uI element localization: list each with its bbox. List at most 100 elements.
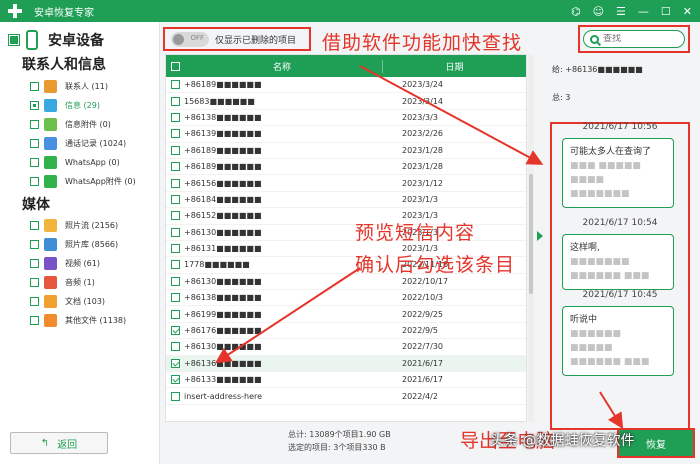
deleted-only-toggle[interactable]: OFF: [171, 31, 209, 47]
table-row[interactable]: +86138■■■■■■ 2023/3/3: [166, 110, 526, 127]
row-checkbox[interactable]: [170, 112, 180, 122]
sidebar-item-checkbox[interactable]: [30, 315, 39, 325]
row-checkbox[interactable]: [170, 227, 180, 237]
row-checkbox[interactable]: [170, 309, 180, 319]
messages-icon: [44, 98, 57, 112]
row-checkbox[interactable]: [170, 358, 180, 368]
row-checkbox[interactable]: [170, 80, 180, 90]
sidebar: 安卓设备 联系人和信息 联系人 (11) 信息 (29) 信息附件 (0) 通话记录 …: [0, 22, 160, 464]
minimize-icon[interactable]: —: [638, 5, 649, 18]
menu-icon[interactable]: ☰: [616, 5, 626, 18]
toggle-state: OFF: [190, 33, 204, 42]
table-row[interactable]: +86156■■■■■■ 2023/1/12: [166, 175, 526, 192]
row-checkbox[interactable]: [170, 178, 180, 188]
row-checkbox[interactable]: [170, 194, 180, 204]
sidebar-item[interactable]: 视频 (61): [30, 254, 100, 272]
sidebar-item-checkbox[interactable]: [30, 176, 39, 186]
sidebar-item-checkbox[interactable]: [30, 119, 39, 129]
row-checkbox[interactable]: [170, 293, 180, 303]
sidebar-item-checkbox[interactable]: [30, 157, 39, 167]
row-checkbox[interactable]: [170, 342, 180, 352]
select-all-checkbox[interactable]: [170, 61, 180, 71]
table-scrollbar[interactable]: [528, 54, 534, 422]
row-checkbox[interactable]: [170, 211, 180, 221]
sidebar-item[interactable]: 文档 (103): [30, 292, 105, 310]
sidebar-item[interactable]: 通话记录 (1024): [30, 134, 126, 152]
sidebar-item-checkbox[interactable]: [30, 239, 39, 249]
table-row[interactable]: insert-address-here 2022/4/2: [166, 388, 526, 405]
table-row[interactable]: +86136■■■■■■ 2021/6/17: [166, 355, 526, 373]
sidebar-item-checkbox[interactable]: [30, 81, 39, 91]
sidebar-item-checkbox[interactable]: [30, 277, 39, 287]
maximize-icon[interactable]: ☐: [661, 5, 671, 18]
sidebar-item[interactable]: WhatsApp附件 (0): [30, 172, 136, 190]
pane-expander-icon[interactable]: [537, 231, 543, 241]
sidebar-item-checkbox[interactable]: [30, 100, 39, 110]
wifi-icon[interactable]: ⌬: [571, 5, 581, 18]
sidebar-item-checkbox[interactable]: [30, 220, 39, 230]
sidebar-item[interactable]: 信息附件 (0): [30, 115, 111, 133]
row-name: +86184■■■■■■: [184, 194, 262, 204]
row-checkbox[interactable]: [170, 326, 180, 336]
search-input[interactable]: [603, 34, 683, 44]
table-row[interactable]: +86189■■■■■■ 2023/1/28: [166, 159, 526, 176]
message-date: 2021/6/17 10:54: [582, 218, 658, 228]
table-row[interactable]: +86189■■■■■■ 2023/3/24: [166, 77, 526, 94]
row-checkbox[interactable]: [170, 129, 180, 139]
message-text: 可能太多人在查询了: [570, 147, 652, 157]
table-row[interactable]: +86184■■■■■■ 2023/1/3: [166, 192, 526, 209]
sidebar-item[interactable]: 照片流 (2156): [30, 216, 118, 234]
title-bar: 安卓恢复专家 ⌬ ☺ ☰ — ☐ ✕: [0, 0, 700, 22]
message-text: 听说中: [570, 315, 598, 325]
row-checkbox[interactable]: [170, 260, 180, 270]
table-row[interactable]: +86139■■■■■■ 2023/2/26: [166, 126, 526, 143]
table-row[interactable]: +86199■■■■■■ 2022/9/25: [166, 306, 526, 323]
device-checkbox[interactable]: [8, 34, 20, 46]
table-row[interactable]: 15683■■■■■■ 2023/3/14: [166, 93, 526, 110]
row-checkbox[interactable]: [170, 96, 180, 106]
search-icon: [590, 34, 599, 44]
other-files-icon: [44, 313, 57, 327]
device-row[interactable]: 安卓设备: [8, 30, 104, 50]
row-checkbox[interactable]: [170, 244, 180, 254]
row-name: +86176■■■■■■: [184, 326, 262, 336]
row-checkbox[interactable]: [170, 391, 180, 401]
row-checkbox[interactable]: [170, 145, 180, 155]
row-checkbox[interactable]: [170, 276, 180, 286]
chat-icon[interactable]: ☺: [593, 5, 604, 18]
column-name-header[interactable]: 名称: [182, 60, 382, 73]
sidebar-item[interactable]: WhatsApp (0): [30, 153, 120, 171]
message-text-blurred: ■■■■■■■ ■■■■■■ ■■■: [570, 257, 650, 281]
back-button[interactable]: ↰ 返回: [10, 432, 108, 454]
row-checkbox[interactable]: [170, 375, 180, 385]
table-row[interactable]: +86133■■■■■■ 2021/6/17: [166, 372, 526, 389]
whatsapp-attachment-icon: [44, 174, 57, 188]
close-icon[interactable]: ✕: [683, 5, 692, 18]
search-bar[interactable]: [583, 30, 685, 48]
sidebar-item[interactable]: 联系人 (11): [30, 77, 108, 95]
sidebar-item[interactable]: 照片库 (8566): [30, 235, 118, 253]
deleted-only-filter: OFF 仅显示已删除的项目: [163, 27, 311, 51]
sidebar-item-checkbox[interactable]: [30, 138, 39, 148]
sidebar-item-checkbox[interactable]: [30, 258, 39, 268]
row-checkbox[interactable]: [170, 162, 180, 172]
sidebar-item[interactable]: 其他文件 (1138): [30, 311, 126, 329]
totals: 总计: 13089个项目1.90 GB 选定的项目: 3个项目330 B: [288, 428, 391, 454]
sidebar-item[interactable]: 信息 (29): [30, 96, 100, 114]
row-date: 2022/9/5: [402, 326, 438, 336]
table-row[interactable]: +86130■■■■■■ 2022/7/30: [166, 339, 526, 356]
annotation-preview: 预览短信内容: [355, 222, 476, 244]
table-row[interactable]: +86189■■■■■■ 2023/1/28: [166, 143, 526, 159]
contacts-icon: [44, 79, 57, 93]
sidebar-item-label: 视频 (61): [65, 258, 100, 268]
row-name: 15683■■■■■■: [184, 96, 255, 106]
row-date: 2023/3/14: [402, 96, 444, 106]
table-row[interactable]: +86138■■■■■■ 2022/10/3: [166, 290, 526, 307]
sidebar-item[interactable]: 音频 (1): [30, 273, 95, 291]
recipient: 给: +86136■■■■■■: [552, 65, 643, 74]
row-date: 2022/7/30: [402, 342, 444, 352]
column-date-header[interactable]: 日期: [382, 59, 526, 73]
sidebar-item-checkbox[interactable]: [30, 296, 39, 306]
scrollbar-thumb[interactable]: [529, 174, 533, 294]
table-row[interactable]: +86176■■■■■■ 2022/9/5: [166, 323, 526, 340]
